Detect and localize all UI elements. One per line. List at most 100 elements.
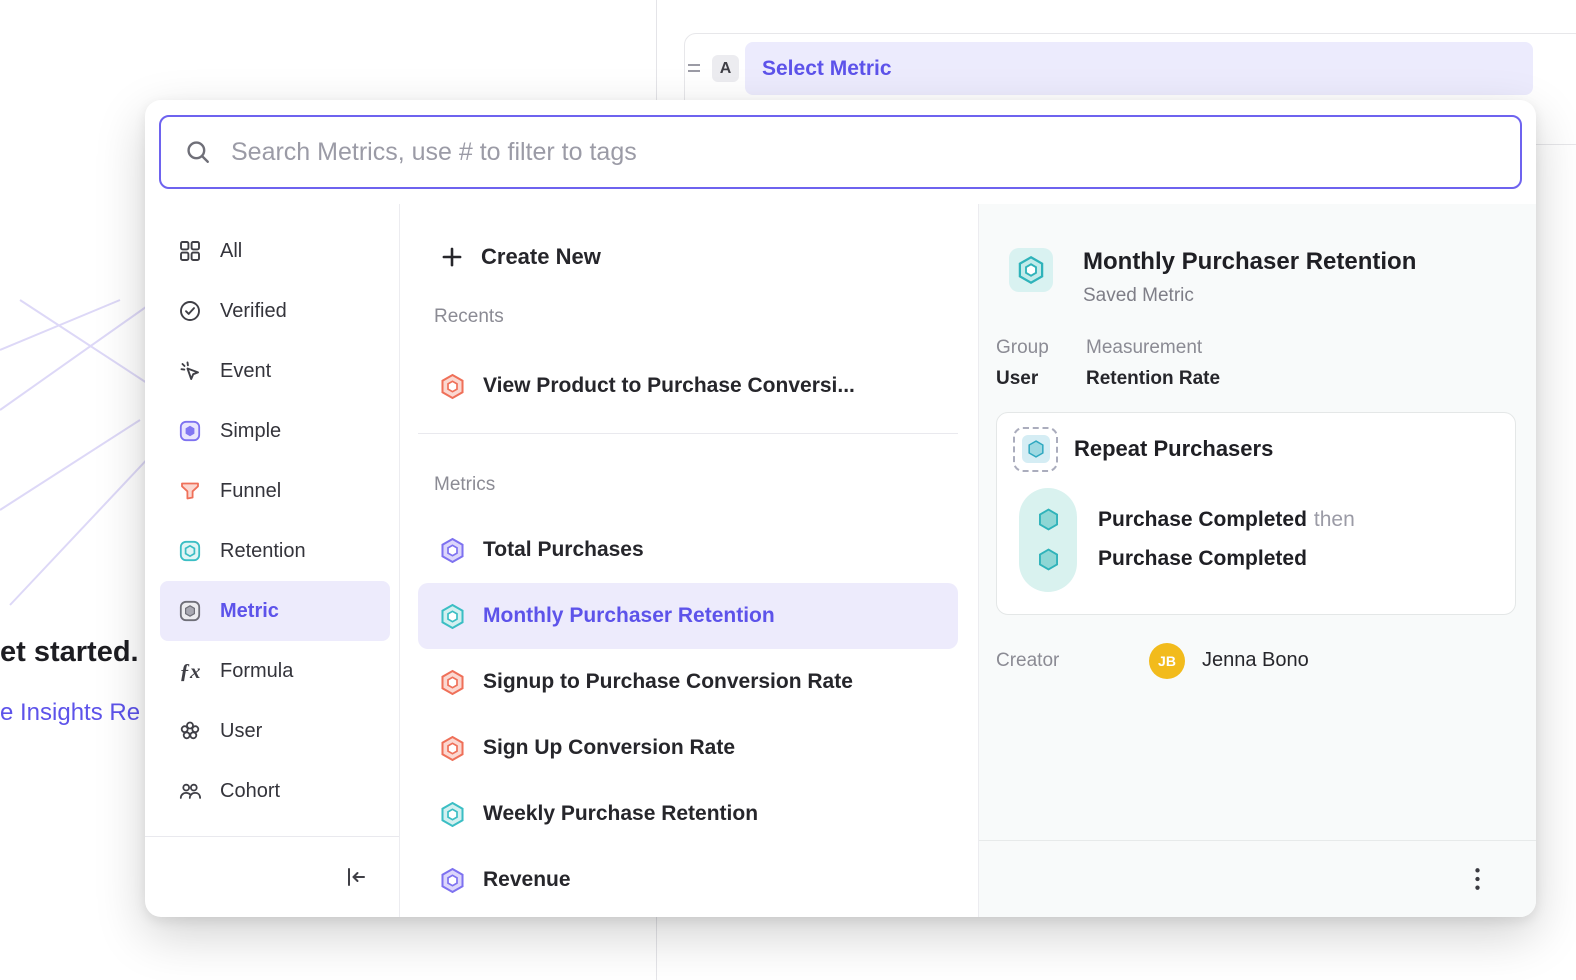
metric-item-revenue[interactable]: Revenue: [418, 847, 958, 913]
metric-item-label: Weekly Purchase Retention: [483, 802, 758, 826]
sidebar-footer: [145, 837, 399, 917]
definition-steps: Purchase Completedthen Purchase Complete…: [1019, 488, 1499, 592]
step-connector: then: [1314, 508, 1355, 531]
funnel-metric-icon: [178, 479, 202, 503]
search-icon: [185, 139, 211, 165]
metric-item-label: Monthly Purchaser Retention: [483, 604, 775, 628]
detail-type-label: Saved Metric: [1083, 285, 1416, 307]
sidebar-item-label: Metric: [220, 600, 279, 623]
metric-selector-screen: et started. e Insights Re A Select Metri…: [0, 0, 1576, 980]
plus-icon: [439, 244, 465, 270]
metric-rows: Total Purchases Monthly Purchaser Retent…: [400, 517, 978, 913]
metric-detail-panel: Monthly Purchaser Retention Saved Metric…: [978, 204, 1536, 917]
sidebar-item-funnel[interactable]: Funnel: [160, 461, 390, 521]
query-row-letter-badge: A: [712, 55, 739, 82]
detail-meta: Group Measurement User Retention Rate: [996, 337, 1536, 390]
retention-metric-hexagon-icon: [439, 603, 466, 630]
sidebar-item-label: User: [220, 720, 262, 743]
group-label: Group: [996, 337, 1086, 359]
metric-item-monthly-purchaser-retention[interactable]: Monthly Purchaser Retention: [418, 583, 958, 649]
metric-item-sign-up-conversion-rate[interactable]: Sign Up Conversion Rate: [418, 715, 958, 781]
step-1: Purchase Completedthen: [1098, 508, 1355, 532]
create-new-button[interactable]: Create New: [418, 234, 978, 280]
sidebar-item-cohort[interactable]: Cohort: [160, 761, 390, 821]
definition-header: Repeat Purchasers: [1013, 427, 1499, 472]
retention-metric-hexagon-icon: [439, 801, 466, 828]
funnel-metric-hexagon-icon: [439, 373, 466, 400]
sidebar-item-label: Formula: [220, 660, 293, 683]
metric-search-bar[interactable]: [159, 115, 1522, 189]
sidebar-item-metric[interactable]: Metric: [160, 581, 390, 641]
retention-hexagon-icon: [1022, 435, 1050, 463]
sidebar-item-user[interactable]: User: [160, 701, 390, 761]
group-value: User: [996, 368, 1086, 390]
type-filter-sidebar: All Verified Event Simple: [145, 204, 400, 917]
retention-metric-icon: [1009, 248, 1053, 292]
sidebar-item-retention[interactable]: Retention: [160, 521, 390, 581]
creator-avatar: JB: [1149, 643, 1185, 679]
metric-definition-card: Repeat Purchasers Purchase Completedthen…: [996, 412, 1516, 615]
retention-steps-pill: [1019, 488, 1077, 592]
more-options-icon[interactable]: [1460, 862, 1494, 896]
creator-row: Creator JB Jenna Bono: [996, 643, 1536, 679]
detail-header: Monthly Purchaser Retention Saved Metric: [1009, 248, 1512, 307]
simple-metric-hexagon-icon: [439, 537, 466, 564]
sidebar-item-formula[interactable]: ƒx Formula: [160, 641, 390, 701]
detail-footer: [979, 840, 1536, 917]
create-new-label: Create New: [481, 244, 601, 270]
event-cursor-icon: [178, 359, 202, 383]
collapse-sidebar-icon[interactable]: [341, 862, 371, 892]
verified-badge-icon: [178, 299, 202, 323]
drag-handle-icon[interactable]: [688, 64, 700, 76]
recents-section-header: Recents: [434, 306, 978, 328]
simple-metric-hexagon-icon: [439, 867, 466, 894]
search-input[interactable]: [229, 137, 1496, 168]
definition-name: Repeat Purchasers: [1074, 436, 1273, 462]
grid-icon: [178, 239, 202, 263]
metric-item-label: Sign Up Conversion Rate: [483, 736, 735, 760]
list-section-divider: [418, 433, 958, 434]
sidebar-item-label: Verified: [220, 300, 287, 323]
metric-list-column: Create New Recents View Product to Purch…: [400, 204, 978, 917]
simple-metric-icon: [178, 419, 202, 443]
sidebar-item-verified[interactable]: Verified: [160, 281, 390, 341]
sidebar-item-label: Retention: [220, 540, 306, 563]
step-hexagon-icon: [1036, 547, 1061, 572]
select-metric-field[interactable]: Select Metric: [745, 42, 1533, 95]
metric-icon: [178, 599, 202, 623]
dashed-selection-icon: [1013, 427, 1058, 472]
metric-item-label: View Product to Purchase Conversi...: [483, 374, 855, 398]
metrics-section-header: Metrics: [434, 474, 978, 496]
metric-item-total-purchases[interactable]: Total Purchases: [418, 517, 958, 583]
background-link-partial[interactable]: e Insights Re: [0, 699, 140, 727]
sidebar-item-label: Funnel: [220, 480, 281, 503]
step-2: Purchase Completed: [1098, 547, 1355, 571]
sidebar-item-label: Cohort: [220, 780, 280, 803]
sidebar-item-label: Event: [220, 360, 271, 383]
sidebar-item-label: Simple: [220, 420, 281, 443]
step-descriptions: Purchase Completedthen Purchase Complete…: [1098, 488, 1355, 592]
picker-columns: All Verified Event Simple: [145, 204, 1536, 917]
metric-item-label: Revenue: [483, 868, 571, 892]
metric-item-weekly-purchase-retention[interactable]: Weekly Purchase Retention: [418, 781, 958, 847]
retention-metric-icon: [178, 539, 202, 563]
step-hexagon-icon: [1036, 507, 1061, 532]
funnel-metric-hexagon-icon: [439, 735, 466, 762]
metric-item-label: Total Purchases: [483, 538, 644, 562]
sidebar-item-simple[interactable]: Simple: [160, 401, 390, 461]
user-flower-icon: [178, 719, 202, 743]
metric-picker-modal: All Verified Event Simple: [145, 100, 1536, 917]
background-heading-partial: et started.: [0, 636, 139, 669]
sidebar-item-all[interactable]: All: [160, 221, 390, 281]
cohort-icon: [178, 779, 202, 803]
recent-metric-item[interactable]: View Product to Purchase Conversi...: [418, 354, 958, 418]
sidebar-item-event[interactable]: Event: [160, 341, 390, 401]
formula-icon: ƒx: [178, 659, 202, 683]
metric-item-label: Signup to Purchase Conversion Rate: [483, 670, 853, 694]
funnel-metric-hexagon-icon: [439, 669, 466, 696]
metric-item-signup-to-purchase-conversion-rate[interactable]: Signup to Purchase Conversion Rate: [418, 649, 958, 715]
sidebar-item-label: All: [220, 240, 242, 263]
creator-label: Creator: [996, 650, 1149, 672]
type-filter-list: All Verified Event Simple: [145, 204, 399, 821]
detail-title: Monthly Purchaser Retention: [1083, 248, 1416, 276]
